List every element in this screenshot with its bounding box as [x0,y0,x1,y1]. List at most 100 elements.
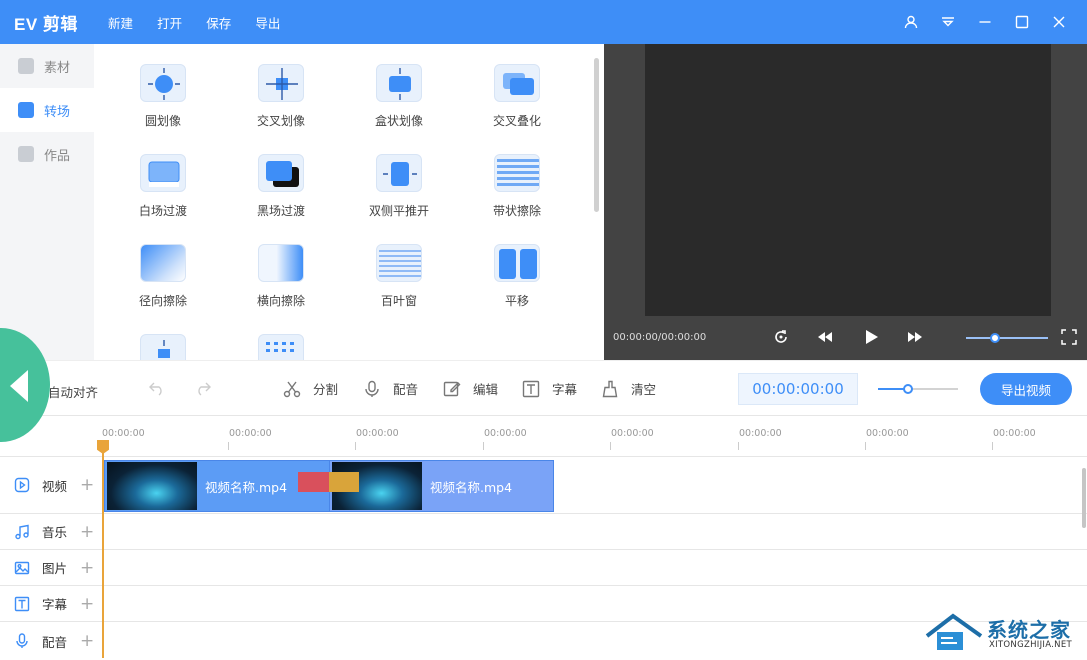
sidebar-item-transitions[interactable]: 转场 [0,88,94,132]
track-header: 配音 + [0,622,104,660]
add-image-button[interactable]: + [80,558,94,578]
transition-icon [18,102,34,118]
video-clip[interactable]: 视频名称.mp4 [329,460,554,512]
transition-circle-wipe[interactable]: 圆划像 [108,64,218,129]
edit-icon [443,381,461,396]
split-push-icon [376,154,422,192]
scissors-icon [283,381,301,397]
menu-export[interactable]: 导出 [255,16,280,31]
transition-cross-dissolve[interactable]: 交叉叠化 [462,64,572,129]
dub-button[interactable]: 配音 [363,379,418,398]
text-icon [522,380,540,397]
export-video-button[interactable]: 导出视频 [980,373,1072,405]
transition-cross-wipe[interactable]: 交叉划像 [226,64,336,129]
ruler-tick: 00:00:00 [992,428,1036,450]
black-fade-icon [258,154,304,192]
video-preview: 00:00:00/00:00:00 [604,44,1087,360]
add-music-button[interactable]: + [80,522,94,542]
transition-slide[interactable]: 平移 [462,244,572,309]
menu-new[interactable]: 新建 [108,16,133,31]
broom-icon [602,380,618,397]
split-button[interactable]: 分割 [283,379,338,398]
sidebar-item-materials[interactable]: 素材 [0,44,94,88]
circle-wipe-icon [140,64,186,102]
transition-marker-right[interactable] [329,472,359,492]
track-header: 字幕 + [0,586,104,621]
dots-icon [258,334,304,360]
ev-editor-window: EV 剪辑 新建 打开 保存 导出 素材 转场 作品 圆划像 交叉划像 盒状划像… [0,0,1087,660]
maximize-icon[interactable] [1003,0,1040,44]
redo-icon[interactable] [194,379,224,397]
clip-name: 视频名称.mp4 [430,479,513,495]
replay-icon[interactable] [772,328,790,350]
volume-slider[interactable] [966,333,1048,343]
sidebar-item-label: 转场 [44,104,71,120]
undo-icon[interactable] [148,379,178,397]
text-icon [14,596,30,611]
folder-icon [18,146,34,162]
ruler-tick: 00:00:00 [610,428,654,450]
auto-align-toggle[interactable]: 自动对齐 [48,382,98,401]
horizontal-wipe-icon [258,244,304,282]
ruler-tick: 00:00:00 [483,428,527,450]
transition-split-push[interactable]: 双侧平推开 [344,154,454,219]
image-icon [14,561,30,574]
add-video-button[interactable]: + [80,475,94,495]
transition-band-wipe[interactable]: 带状擦除 [462,154,572,219]
title-bar: EV 剪辑 新建 打开 保存 导出 [0,0,1087,44]
transition-panel: 圆划像 交叉划像 盒状划像 交叉叠化 白场过渡 黑场过渡 双侧平推开 带状擦除 … [94,44,604,360]
fast-forward-icon[interactable] [906,328,924,350]
clear-button[interactable]: 清空 [601,379,656,398]
fullscreen-icon[interactable] [1060,328,1078,350]
preview-time: 00:00:00/00:00:00 [613,332,707,343]
transition-radial-wipe[interactable]: 径向擦除 [108,244,218,309]
user-icon[interactable] [892,0,929,44]
track-music: 音乐 + [0,513,1087,549]
close-icon[interactable] [1040,0,1077,44]
transition-horizontal-wipe[interactable]: 横向擦除 [226,244,336,309]
preview-screen [645,44,1051,316]
blinds-icon [376,244,422,282]
transition-marker-left[interactable] [298,472,329,492]
zoom-knob[interactable] [903,384,913,394]
transition-blinds[interactable]: 百叶窗 [344,244,454,309]
music-icon [15,524,29,539]
timeline-ruler[interactable]: 00:00:00 00:00:00 00:00:00 00:00:00 00:0… [0,416,1087,456]
transition-dots[interactable] [226,334,336,360]
timeline-zoom-slider[interactable] [878,384,958,394]
transition-push-up[interactable] [108,334,218,360]
clip-thumbnail [107,462,197,510]
ruler-tick: 00:00:00 [738,428,782,450]
white-fade-icon [140,154,186,192]
cross-dissolve-icon [494,64,540,102]
transition-box-wipe[interactable]: 盒状划像 [344,64,454,129]
settings-menu-icon[interactable] [929,0,966,44]
video-clip[interactable]: 视频名称.mp4 [104,460,330,512]
site-watermark: 系统之家 XITONGZHIJIA.NET [923,610,1083,656]
play-icon[interactable] [862,328,880,350]
volume-slider-knob[interactable] [990,333,1000,343]
add-dub-button[interactable]: + [80,631,94,651]
menu-open[interactable]: 打开 [157,16,182,31]
sidebar-item-label: 作品 [44,148,71,164]
grid-icon [18,58,34,74]
track-header: 视频 + [0,457,104,513]
menu-save[interactable]: 保存 [206,16,231,31]
sidebar-item-label: 素材 [44,60,71,76]
sidebar-item-works[interactable]: 作品 [0,132,94,176]
video-icon [14,477,30,493]
rewind-icon[interactable] [816,328,834,350]
add-subtitle-button[interactable]: + [80,594,94,614]
ruler-tick: 00:00:00 [101,428,145,450]
panel-scrollbar[interactable] [594,58,599,212]
transition-white-fade[interactable]: 白场过渡 [108,154,218,219]
subtitle-button[interactable]: 字幕 [522,379,577,398]
ruler-tick: 00:00:00 [865,428,909,450]
edit-button[interactable]: 编辑 [443,379,498,398]
timeline-scrollbar[interactable] [1082,468,1086,528]
cross-wipe-icon [258,64,304,102]
minimize-icon[interactable] [966,0,1003,44]
playhead-line [102,442,104,658]
transition-black-fade[interactable]: 黑场过渡 [226,154,336,219]
main-menu: 新建 打开 保存 导出 [108,13,299,32]
